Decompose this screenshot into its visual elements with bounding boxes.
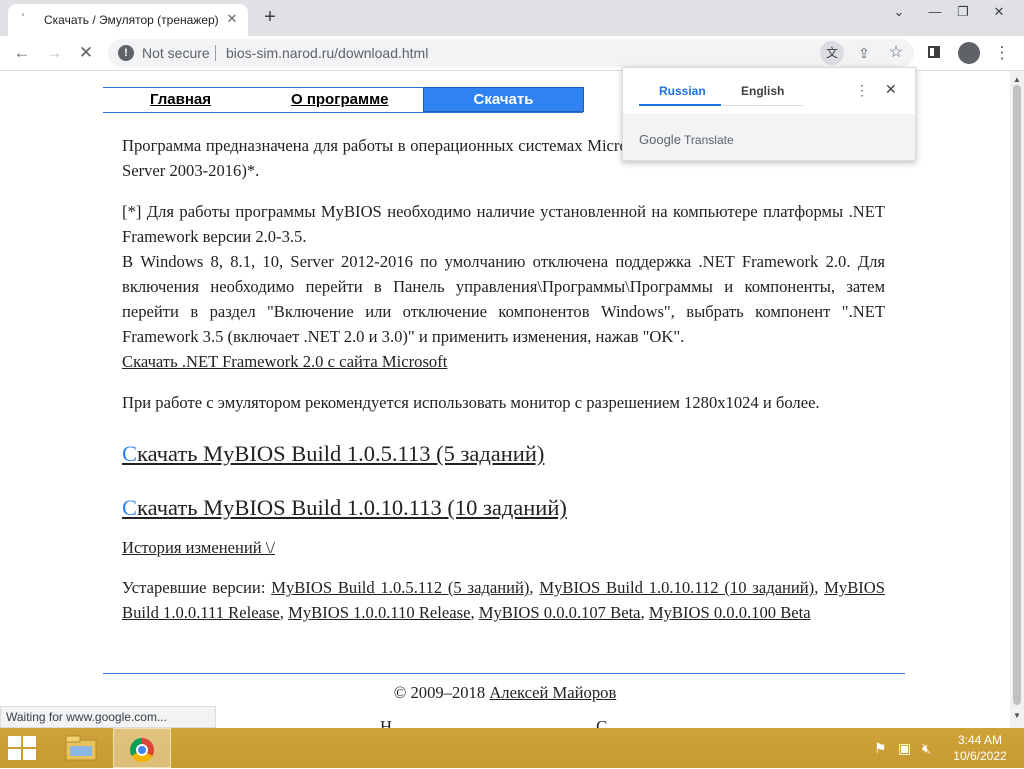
translate-close-icon[interactable]: ✕ xyxy=(885,81,897,98)
translate-icon[interactable]: 文 xyxy=(820,41,844,65)
history-link[interactable]: История изменений \/ xyxy=(122,538,275,557)
translate-footer: Google Translate xyxy=(623,114,915,160)
new-tab-button[interactable]: + xyxy=(258,6,282,30)
tab-title: Скачать / Эмулятор (тренажер) xyxy=(44,13,219,27)
footer-partial-text: Н С xyxy=(380,717,607,728)
download-build-10-initial: С xyxy=(122,495,138,520)
system-clock[interactable]: 3:44 AM 10/6/2022 xyxy=(950,732,1010,764)
browser-tab[interactable]: ' Скачать / Эмулятор (тренажер) ✕ xyxy=(8,4,248,36)
brand-translate: Translate xyxy=(684,133,734,147)
download-build-5-initial: С xyxy=(122,441,138,466)
page-scrollbar[interactable]: ▲ ▼ xyxy=(1010,71,1024,728)
active-lang-underline xyxy=(639,104,721,106)
translate-lang-russian[interactable]: Russian xyxy=(659,84,706,98)
tab-search-chevron-icon[interactable]: ⌄ xyxy=(882,0,916,24)
download-build-10-link[interactable]: Скачать MyBIOS Build 1.0.10.113 (10 зада… xyxy=(122,495,567,520)
web-page: Главная О программе Скачать Программа пр… xyxy=(0,71,1010,728)
address-separator xyxy=(215,45,216,61)
chrome-taskbar-button[interactable] xyxy=(113,728,171,768)
clock-time: 3:44 AM xyxy=(957,733,1003,747)
not-secure-icon[interactable]: ! xyxy=(118,45,134,61)
old-versions-label: Устаревшие версии: xyxy=(122,578,266,597)
download-build-5-link[interactable]: Скачать MyBIOS Build 1.0.5.113 (5 задани… xyxy=(122,441,544,466)
lang-underline xyxy=(723,105,803,106)
tab-strip: ' Скачать / Эмулятор (тренажер) ✕ + ⌄ — … xyxy=(0,0,1024,36)
file-explorer-icon[interactable] xyxy=(64,732,98,764)
main-content: Программа предназначена для работы в опе… xyxy=(122,133,885,625)
close-window-button[interactable]: ✕ xyxy=(982,0,1016,24)
start-button-icon[interactable] xyxy=(8,736,38,760)
clock-date: 10/6/2022 xyxy=(953,749,1007,763)
bookmark-star-icon[interactable]: ☆ xyxy=(884,41,908,65)
monitor-note: При работе с эмулятором рекомендуется ис… xyxy=(122,393,820,412)
translate-lang-english[interactable]: English xyxy=(741,84,784,98)
restore-button[interactable]: ❐ xyxy=(946,0,980,24)
download-build-5-text: качать MyBIOS Build 1.0.5.113 (5 заданий… xyxy=(137,441,545,466)
address-bar[interactable]: ! Not secure bios-sim.narod.ru/download.… xyxy=(108,39,914,67)
url-text[interactable]: bios-sim.narod.ru/download.html xyxy=(226,45,428,61)
old-versions-paragraph: Устаревшие версии: MyBIOS Build 1.0.5.11… xyxy=(122,578,886,622)
profile-avatar-icon[interactable] xyxy=(958,42,980,64)
nav-about-link[interactable]: О программе xyxy=(291,88,389,112)
page-favicon-icon: ' xyxy=(22,12,25,24)
old-version-link[interactable]: MyBIOS Build 1.0.5.112 (5 заданий) xyxy=(271,578,529,597)
chrome-icon xyxy=(130,738,154,762)
download-build-10-text: качать MyBIOS Build 1.0.10.113 (10 задан… xyxy=(137,495,567,520)
old-version-link[interactable]: MyBIOS 1.0.0.110 Release xyxy=(288,603,470,622)
side-panel-icon[interactable] xyxy=(928,46,940,58)
taskbar: ⚑ ▣ 🔇︎ 3:44 AM 10/6/2022 xyxy=(0,728,1024,768)
network-icon[interactable]: ▣ xyxy=(898,740,911,757)
browser-toolbar: ← → ✕ ! Not secure bios-sim.narod.ru/dow… xyxy=(0,36,1024,71)
scrollbar-thumb[interactable] xyxy=(1013,85,1021,705)
copyright-text: © 2009–2018 xyxy=(393,683,486,702)
footer-partial-1: Н xyxy=(380,717,392,728)
scroll-up-arrow-icon[interactable]: ▲ xyxy=(1013,75,1021,84)
browser-menu-icon[interactable]: ⋮ xyxy=(990,41,1014,65)
google-translate-brand: Google Translate xyxy=(639,132,734,147)
site-navigation: Главная О программе Скачать xyxy=(103,87,584,113)
net-framework-link[interactable]: Скачать .NET Framework 2.0 с сайта Micro… xyxy=(122,352,447,371)
note-paragraph-1: [*] Для работы программы MyBIOS необходи… xyxy=(122,202,885,246)
translate-popup: Russian English ⋮ ✕ Google Translate xyxy=(622,67,916,161)
footer-copyright: © 2009–2018 Алексей Майоров xyxy=(0,683,1010,703)
footer-partial-2: С xyxy=(596,717,608,728)
not-secure-label[interactable]: Not secure xyxy=(142,45,210,61)
share-icon[interactable]: ⇪ xyxy=(852,41,876,65)
flag-icon[interactable]: ⚑ xyxy=(874,740,887,757)
old-version-link[interactable]: MyBIOS 0.0.0.107 Beta xyxy=(479,603,641,622)
loading-status: Waiting for www.google.com... xyxy=(0,706,216,728)
back-button[interactable]: ← xyxy=(10,41,34,65)
author-link[interactable]: Алексей Майоров xyxy=(489,683,616,702)
nav-download-active[interactable]: Скачать xyxy=(423,87,584,112)
volume-muted-icon[interactable]: 🔇︎ xyxy=(922,740,931,757)
stop-loading-button[interactable]: ✕ xyxy=(74,41,98,65)
note-paragraph-2: В Windows 8, 8.1, 10, Server 2012-2016 п… xyxy=(122,252,885,346)
brand-google: Google xyxy=(639,132,681,147)
forward-button[interactable]: → xyxy=(42,41,66,65)
footer-divider xyxy=(103,673,905,674)
nav-home-link[interactable]: Главная xyxy=(150,88,211,112)
old-version-link[interactable]: MyBIOS 0.0.0.100 Beta xyxy=(649,603,811,622)
scroll-down-arrow-icon[interactable]: ▼ xyxy=(1013,711,1021,720)
close-tab-icon[interactable]: ✕ xyxy=(224,11,240,27)
translate-options-icon[interactable]: ⋮ xyxy=(855,82,869,99)
old-version-link[interactable]: MyBIOS Build 1.0.10.112 (10 заданий) xyxy=(539,578,814,597)
